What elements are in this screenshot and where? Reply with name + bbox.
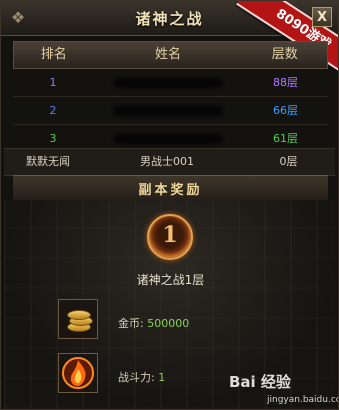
gold-reward: 金币: 500000 [118,315,189,331]
header-name: 姓名 [155,47,182,62]
ranking-table: 排名 姓名 层数 1 88层 2 66层 3 61层 [13,41,328,153]
close-button[interactable]: X [312,7,332,27]
power-reward: 战斗力: 1 [118,369,165,385]
my-rank: 默默无闻 [26,155,70,168]
combat-power-icon[interactable] [58,353,98,393]
row-rank: 1 [49,76,57,89]
gold-value: 500000 [147,317,190,330]
rank-medal-icon: 1 [147,214,193,260]
power-label: 战斗力: [118,371,155,384]
my-name: 男战士001 [140,155,194,168]
reward-section-header: 副本奖励 [13,175,328,201]
watermark-sub: jingyan.baidu.com [267,395,338,405]
row-floor: 66层 [273,104,298,117]
table-header: 排名 姓名 层数 [13,41,328,69]
flame-emblem-icon [62,357,94,389]
my-rank-row[interactable]: 默默无闻 男战士001 0层 [4,148,335,176]
row-name-redacted [93,69,243,96]
my-floor: 0层 [279,155,298,168]
table-row[interactable]: 1 88层 [13,69,328,97]
reward-section-title: 副本奖励 [138,183,203,198]
header-rank: 排名 [40,47,67,62]
gold-coins-icon[interactable] [58,299,98,339]
table-row[interactable]: 2 66层 [13,97,328,125]
baidu-watermark: Bai 经验 jingyan.baidu.com [229,371,338,409]
reward-level-text: 诸神之战1层 [136,273,205,287]
gold-label: 金币: [118,317,144,330]
row-name-redacted [93,97,243,124]
watermark-main: Bai 经验 [229,373,291,391]
row-rank: 2 [49,104,57,117]
medal-number: 1 [162,222,178,248]
header-floor: 层数 [271,47,298,62]
power-value: 1 [158,371,166,384]
ranking-dialog: ❖ 诸神之战 8090游戏 X 排名 姓名 层数 1 88层 2 66层 3 6… [0,0,339,410]
row-floor: 88层 [273,76,298,89]
